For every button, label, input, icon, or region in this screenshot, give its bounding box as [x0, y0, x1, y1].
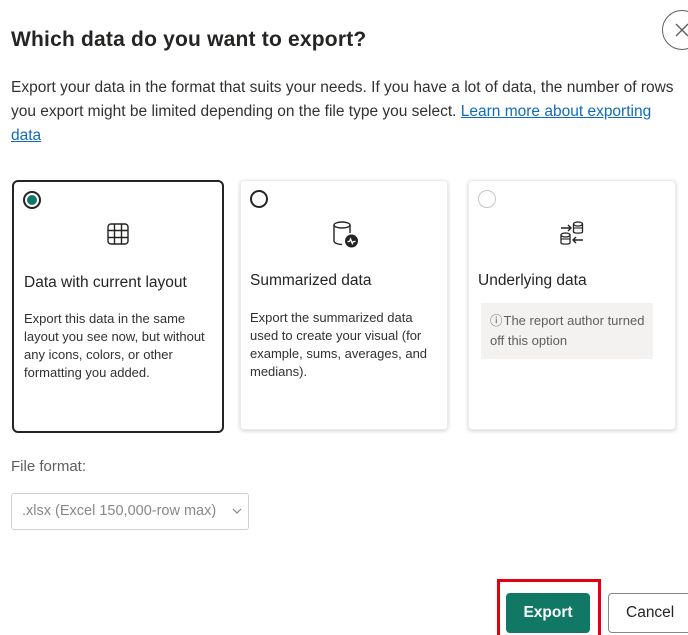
close-button[interactable] [662, 10, 688, 50]
option-title: Data with current layout [24, 274, 187, 291]
disabled-note: ⓘThe report author turned off this optio… [481, 303, 653, 359]
option-description: Export this data in the same layout you … [24, 311, 205, 380]
database-chart-icon [333, 221, 358, 248]
file-format-dropdown[interactable]: .xlsx (Excel 150,000-row max) [11, 493, 249, 530]
disabled-note-text: The report author turned off this option [490, 313, 645, 348]
dialog-description: Export your data in the format that suit… [11, 76, 676, 148]
chevron-down-icon [232, 508, 242, 514]
radio-current-layout[interactable] [23, 191, 41, 209]
option-description: Export the summarized data used to creat… [250, 310, 428, 379]
info-icon: ⓘ [490, 314, 503, 328]
radio-underlying [478, 190, 496, 208]
cancel-button[interactable]: Cancel [608, 593, 688, 633]
dialog-title: Which data do you want to export? [11, 28, 367, 51]
radio-summarized[interactable] [250, 190, 268, 208]
option-card-current-layout[interactable]: Data with current layout Export this dat… [12, 180, 224, 433]
option-title: Summarized data [250, 272, 372, 289]
option-card-summarized[interactable]: Summarized data Export the summarized da… [240, 180, 448, 430]
close-icon [675, 23, 688, 37]
database-arrows-icon [560, 221, 584, 245]
file-format-label: File format: [11, 458, 87, 475]
export-data-dialog: Which data do you want to export? Export… [0, 0, 688, 635]
option-card-underlying: Underlying data ⓘThe report author turne… [468, 180, 676, 430]
option-title: Underlying data [478, 272, 587, 289]
file-format-value: .xlsx (Excel 150,000-row max) [22, 503, 217, 519]
export-button[interactable]: Export [506, 593, 590, 633]
table-grid-icon [107, 223, 129, 245]
